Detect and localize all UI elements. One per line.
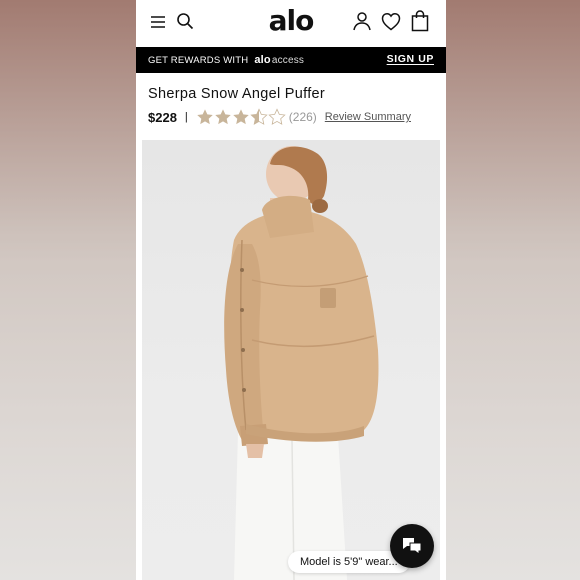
- product-price: $228: [148, 109, 177, 125]
- star-icon: [197, 109, 213, 125]
- price-rating-row: $228 | (226) Review Summary: [148, 108, 411, 126]
- alo-access-logo: alo: [254, 54, 271, 66]
- top-navigation: alo: [136, 0, 446, 46]
- account-icon[interactable]: [352, 11, 372, 31]
- model-illustration: [224, 146, 379, 580]
- alo-access-suffix: access: [271, 54, 305, 66]
- bag-icon[interactable]: [411, 10, 429, 32]
- product-image[interactable]: [142, 140, 440, 580]
- heart-icon[interactable]: [381, 12, 401, 31]
- review-count[interactable]: (226): [289, 110, 317, 124]
- star-icon: [215, 109, 231, 125]
- rewards-text: GET REWARDS WITH: [148, 54, 249, 66]
- empty-star-icon: [268, 108, 286, 125]
- price-divider: |: [184, 111, 188, 123]
- product-title: Sherpa Snow Angel Puffer: [148, 86, 326, 102]
- chat-icon: [403, 538, 422, 555]
- star-icon: [233, 109, 249, 125]
- review-summary-link[interactable]: Review Summary: [325, 111, 411, 123]
- half-star-icon: [250, 108, 268, 125]
- rewards-banner: GET REWARDS WITH alo access SIGN UP: [136, 47, 446, 73]
- rating-stars[interactable]: [196, 108, 286, 126]
- phone-screen: alo GET REWARDS WITH alo access SIGN UP …: [136, 0, 446, 580]
- background-right-blur: [444, 0, 580, 580]
- background-left-blur: [0, 0, 136, 580]
- sign-up-link[interactable]: SIGN UP: [387, 53, 434, 65]
- chat-button[interactable]: [390, 524, 434, 568]
